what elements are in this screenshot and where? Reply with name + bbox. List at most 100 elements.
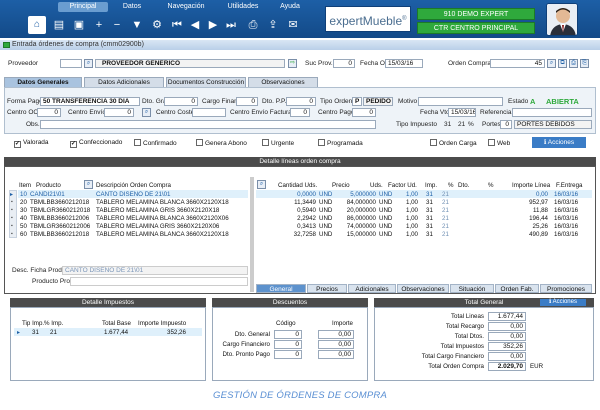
programada-checkbox[interactable]: Programada [318,139,363,147]
web-checkbox[interactable]: Web [488,139,510,147]
prev-record-icon[interactable]: ◀ [186,16,204,34]
open-proveedor-icon[interactable]: ⇨ [288,59,297,68]
suc-prov-input[interactable]: 0 [333,59,355,68]
link-orden-icon[interactable]: ⎘ [580,59,589,68]
row-factor: 1,00 [405,231,418,238]
search-producto-icon[interactable]: ⌕ [84,180,93,189]
descuento-codigo[interactable]: 0 [274,350,302,359]
descuento-label: Dto. Pronto Pago [222,351,270,358]
confirmado-checkbox[interactable]: Confirmado [134,139,177,147]
email-icon[interactable]: ✉ [284,16,302,34]
copy-orden-icon[interactable]: ⧉ [558,59,567,68]
table-row[interactable]: 2,2942 UND 86,000000 UND 1,00 31 21 196,44 16/03… [256,214,592,222]
filter-icon[interactable]: ▼ [128,16,146,34]
search-orden-icon[interactable]: ⌕ [547,59,556,68]
descuento-importe[interactable]: 0,00 [318,330,354,339]
home-icon[interactable]: ⌂ [28,16,46,34]
tab-datos-adicionales[interactable]: Datos Adicionales [84,77,164,87]
obs-input[interactable] [40,120,376,129]
detail-splitter[interactable] [250,177,254,292]
export-icon[interactable]: ⇪ [264,16,282,34]
table-row[interactable]: 11,3449 UND 84,000000 UND 1,00 31 21 952,97 16/0… [256,198,592,206]
orden-compra-input[interactable]: 45 [490,59,545,68]
company-badge[interactable]: 910 DEMO EXPERT [417,8,535,20]
motivo-input[interactable] [418,97,503,106]
centro-pago-input[interactable]: 0 [352,108,376,117]
tab-observaciones[interactable]: Observaciones [248,77,318,87]
genera-abono-checkbox[interactable]: Genera Abono [196,139,247,147]
centro-coste-input[interactable] [192,108,226,117]
table-row[interactable]: 0,0000 UND 5,000000 UND 1,00 31 21 0,00 16/03/16 [256,190,592,198]
search-proveedor-icon[interactable]: ⌕ [84,59,93,68]
search-line-icon[interactable]: ⌕ [257,180,266,189]
tab-promociones[interactable]: Promociones [540,284,592,293]
delete-icon[interactable]: − [108,16,126,34]
add-icon[interactable]: + [90,16,108,34]
urgente-checkbox[interactable]: Urgente [262,139,294,147]
row-factor: 1,00 [405,191,418,198]
table-row[interactable]: 0,5940 UND 20,000000 UND 1,00 31 21 11,88 16/03/… [256,206,592,214]
tab-adicionales[interactable]: Adicionales [348,284,396,293]
brand-logo: expertMueble® [325,6,411,32]
producto-prov-field[interactable] [70,277,248,286]
tab-observaciones-bottom[interactable]: Observaciones [397,284,449,293]
dto-gral-input[interactable]: 0 [164,97,198,106]
tab-orden-fab[interactable]: Orden Fab. [495,284,539,293]
next-record-icon[interactable]: ▶ [204,16,222,34]
table-row[interactable]: 60 TBMLBB3660212018 TABLERO MELAMINA BLANC… [18,230,248,238]
print-orden-icon[interactable]: ⎙ [569,59,578,68]
portes-label: Portes [482,121,501,128]
acciones-button[interactable]: ℹ Acciones [532,137,586,148]
proveedor-code-input[interactable] [60,59,82,68]
portes-code[interactable]: 0 [500,120,512,129]
tab-datos-generales[interactable]: Datos Generales [4,77,82,87]
row-cantidad-uds: UND [319,191,333,198]
centro-envio-factura-input[interactable]: 0 [290,108,310,117]
menu-principal[interactable]: Principal [58,2,108,12]
fecha-vto-input[interactable]: 15/03/16 [448,108,476,117]
tipo-orden-code[interactable]: P [352,97,362,106]
orden-carga-checkbox[interactable]: Orden Carga [430,139,477,147]
settings-icon[interactable]: ⚙ [148,16,166,34]
tab-situacion[interactable]: Situación [450,284,494,293]
first-record-icon[interactable]: ⏮ [168,16,186,34]
table-row[interactable]: 10 CANDI21\01 CANTO DISENO DE 21\01 [18,190,248,198]
tab-precios[interactable]: Precios [307,284,347,293]
menu-datos[interactable]: Datos [112,2,152,12]
menu-utilidades[interactable]: Utilidades [218,2,268,12]
save-icon[interactable]: ▣ [70,16,88,34]
total-acciones-button[interactable]: ℹ Acciones [540,299,586,306]
descuento-codigo[interactable]: 0 [274,330,302,339]
new-document-icon[interactable]: ▤ [50,16,68,34]
table-row[interactable]: 32,7258 UND 15,000000 UND 1,00 31 21 490,89 16/0… [256,230,592,238]
table-row[interactable]: 20 TBMLBB3660212018 TABLERO MELAMINA BLANC… [18,198,248,206]
forma-pago-input[interactable]: 50 TRANSFERENCIA 30 DIA [40,97,140,106]
descuento-importe[interactable]: 0,00 [318,350,354,359]
valorada-checkbox[interactable]: ✓ Valorada [14,139,49,148]
table-row[interactable]: 30 TBMLGR3660212018 TABLERO MELAMINA GRIS … [18,206,248,214]
descuento-importe[interactable]: 0,00 [318,340,354,349]
portes-value: PORTES DEBIDOS [514,120,592,129]
table-row[interactable]: 0,3413 UND 74,000000 UND 1,00 31 21 25,26 16/03/… [256,222,592,230]
menu-ayuda[interactable]: Ayuda [270,2,310,12]
tab-general[interactable]: General [256,284,306,293]
descuento-codigo[interactable]: 0 [274,340,302,349]
search-centro-icon[interactable]: ⌕ [142,108,151,117]
brand-mark: ® [402,16,407,22]
print-icon[interactable]: ⎙ [244,16,262,34]
table-row[interactable]: 50 TBMLGR3660212006 TABLERO MELAMINA GRIS … [18,222,248,230]
confeccionado-checkbox[interactable]: ✓ Confeccionado [70,139,122,148]
table-row[interactable]: 40 TBMLBB3660212006 TABLERO MELAMINA BLANC… [18,214,248,222]
centro-envio-input[interactable]: 0 [104,108,134,117]
dto-pp-input[interactable]: 0 [286,97,316,106]
menu-navegacion[interactable]: Navegación [156,2,216,12]
referencia-input[interactable] [512,108,592,117]
tab-documentos[interactable]: Documentos Construcción [166,77,246,87]
centro-oc-input[interactable]: 0 [37,108,61,117]
fecha-oc-input[interactable]: 15/03/16 [385,59,423,68]
center-badge[interactable]: CTR CENTRO PRINCIPAL [417,22,535,34]
row-cantidad: 11,3449 [294,199,316,206]
user-avatar[interactable] [546,3,578,36]
cargo-finan-input[interactable]: 0 [236,97,258,106]
last-record-icon[interactable]: ⏭ [222,16,240,34]
